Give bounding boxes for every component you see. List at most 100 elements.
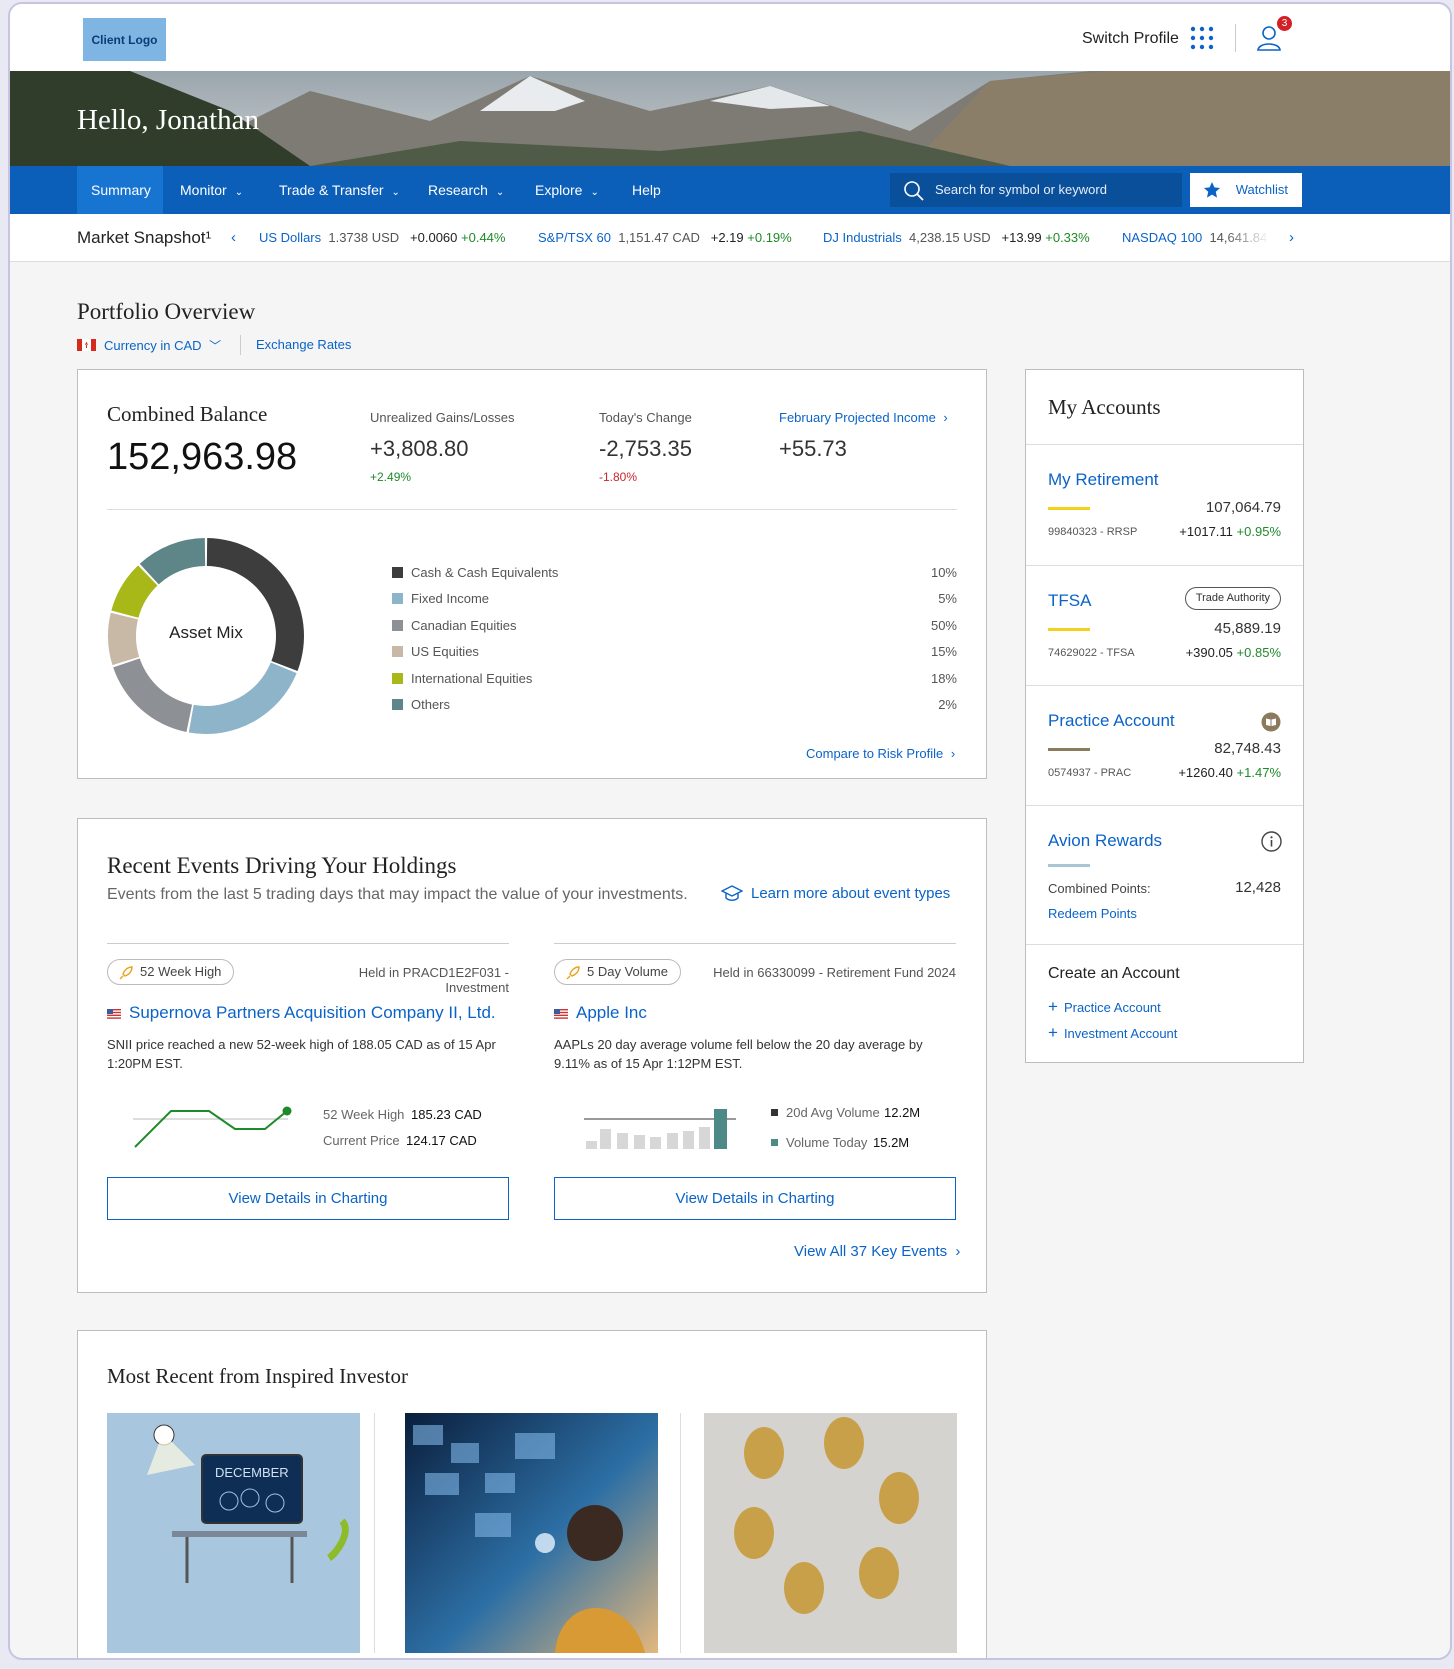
- graduation-cap-icon: [721, 885, 743, 901]
- account-change-value: +390.05: [1185, 645, 1233, 660]
- legend-swatch: [771, 1109, 778, 1116]
- snapshot-pct: +0.44%: [461, 230, 506, 245]
- rocket-icon: [119, 966, 133, 980]
- legend-item: Canadian Equities 50%: [392, 616, 957, 636]
- event-company-link[interactable]: Supernova Partners Acquisition Company I…: [129, 1003, 496, 1023]
- snapshot-name[interactable]: S&P/TSX 60: [538, 230, 611, 245]
- snapshot-value: 1.3738 USD: [328, 230, 400, 245]
- switch-profile-link[interactable]: Switch Profile: [1082, 30, 1179, 48]
- tab-explore[interactable]: Explore ⌄: [521, 166, 613, 214]
- account-name[interactable]: My Retirement: [1048, 470, 1159, 490]
- divider: [240, 335, 241, 355]
- event-tag-label: 52 Week High: [140, 964, 222, 979]
- event-description: SNII price reached a new 52-week high of…: [107, 1037, 496, 1071]
- tab-summary[interactable]: Summary: [77, 166, 163, 214]
- tab-label: Research: [428, 182, 488, 198]
- view-charting-button[interactable]: View Details in Charting: [107, 1177, 509, 1220]
- legend-label: Fixed Income: [411, 591, 490, 607]
- metric-value: 12.2M: [884, 1105, 921, 1120]
- balance-card: Combined Balance 152,963.98 Unrealized G…: [77, 369, 987, 779]
- snapshot-name[interactable]: DJ Industrials: [823, 230, 902, 245]
- create-practice-account-link[interactable]: + Practice Account: [1048, 997, 1161, 1017]
- event-held-in: Held in 66330099 - Retirement Fund 2024: [713, 965, 956, 980]
- snapshot-change: +13.99: [1001, 230, 1042, 245]
- legend-label: Canadian Equities: [411, 617, 517, 633]
- top-bar: Client Logo Switch Profile 3: [10, 4, 1450, 71]
- events-title: Recent Events Driving Your Holdings: [107, 853, 457, 878]
- snapshot-value: 1,151.47 CAD: [618, 230, 700, 245]
- account-card[interactable]: Practice Account 82,748.43 0574937 - PRA…: [1026, 685, 1303, 805]
- article-image[interactable]: [405, 1413, 658, 1653]
- account-name[interactable]: Practice Account: [1048, 711, 1175, 731]
- redeem-points-link[interactable]: Redeem Points: [1048, 906, 1137, 921]
- account-change: +390.05 +0.85%: [1186, 645, 1281, 660]
- plus-icon: +: [1048, 1023, 1058, 1042]
- info-icon[interactable]: [1261, 831, 1282, 852]
- learn-event-types-link[interactable]: Learn more about event types: [751, 885, 950, 902]
- article-image[interactable]: [704, 1413, 957, 1653]
- legend-label: US Equities: [411, 644, 479, 660]
- view-charting-button[interactable]: View Details in Charting: [554, 1177, 956, 1220]
- legend-swatch: [392, 672, 403, 684]
- legend-pct: 15%: [930, 644, 957, 660]
- star-icon: [1204, 182, 1220, 198]
- event-tag-pill: 52 Week High: [107, 959, 235, 985]
- view-all-events-link[interactable]: View All 37 Key Events ›: [794, 1243, 960, 1260]
- currency-dropdown[interactable]: Currency in CAD ﹀: [104, 337, 221, 354]
- technology-photo: [413, 1425, 645, 1653]
- snapshot-change: +0.0060: [410, 230, 458, 245]
- chevron-right-icon: ›: [950, 746, 956, 761]
- chevron-down-icon: ⌄: [234, 187, 244, 198]
- volume-bar-chart: [584, 1109, 736, 1149]
- snapshot-pct: +0.19%: [747, 230, 792, 245]
- event-description: AAPLs 20 day average volume fell below t…: [554, 1037, 923, 1071]
- article-image[interactable]: DECEMBER: [107, 1413, 360, 1653]
- chevron-left-icon[interactable]: ‹: [231, 214, 236, 262]
- legend-label: International Equities: [411, 670, 533, 686]
- desk-illustration: [107, 1413, 360, 1653]
- snapshot-name[interactable]: NASDAQ 100: [1122, 230, 1202, 245]
- practice-book-icon: [1261, 712, 1281, 732]
- exchange-rates-link[interactable]: Exchange Rates: [256, 337, 351, 352]
- create-investment-account-link[interactable]: + Investment Account: [1048, 1023, 1177, 1043]
- us-flag-icon: [107, 1009, 121, 1019]
- legend-pct: 50%: [930, 617, 957, 633]
- account-name[interactable]: TFSA: [1048, 591, 1091, 611]
- my-accounts-panel: My Accounts My Retirement 107,064.79 998…: [1025, 369, 1304, 1063]
- view-all-label: View All 37 Key Events: [794, 1243, 948, 1260]
- snapshot-name[interactable]: US Dollars: [259, 230, 321, 245]
- golden-eggs-photo: [734, 1417, 919, 1614]
- market-snapshot-bar: Market Snapshot¹ ‹ US Dollars 1.3738 USD…: [10, 214, 1450, 262]
- account-number: 99840323 - RRSP: [1048, 526, 1138, 538]
- notification-badge: 3: [1277, 16, 1292, 31]
- account-change-value: +1017.11: [1179, 524, 1233, 539]
- account-balance: 107,064.79: [1205, 499, 1281, 516]
- tab-label: Explore: [535, 182, 583, 198]
- account-change-value: +1260.40: [1178, 765, 1233, 780]
- metric-label: 20d Avg Volume: [786, 1105, 880, 1120]
- client-logo[interactable]: Client Logo: [83, 18, 166, 61]
- event-company-link[interactable]: Apple Inc: [576, 1003, 647, 1023]
- chevron-right-icon[interactable]: ›: [1289, 214, 1294, 262]
- app-window: Client Logo Switch Profile 3 Hello, Jona…: [8, 2, 1452, 1660]
- recent-events-card: Recent Events Driving Your Holdings Even…: [77, 818, 987, 1293]
- account-name[interactable]: Avion Rewards: [1048, 831, 1162, 851]
- tab-help[interactable]: Help: [618, 166, 675, 214]
- account-card[interactable]: TFSA Trade Authority 45,889.19 74629022 …: [1026, 565, 1303, 685]
- divider: [680, 1413, 681, 1653]
- search-input[interactable]: Search for symbol or keyword: [890, 173, 1182, 207]
- account-number: 74629022 - TFSA: [1048, 647, 1135, 659]
- snapshot-change: +2.19: [710, 230, 744, 245]
- snapshot-title: Market Snapshot¹: [77, 228, 212, 247]
- account-number: 0574937 - PRAC: [1048, 767, 1132, 779]
- tab-trade-transfer[interactable]: Trade & Transfer ⌄: [265, 166, 414, 214]
- tab-monitor[interactable]: Monitor ⌄: [166, 166, 257, 214]
- article-image-text: DECEMBER: [215, 1465, 289, 1480]
- compare-risk-profile-link[interactable]: Compare to Risk Profile ›: [806, 746, 955, 761]
- app-grid-icon[interactable]: [1190, 26, 1214, 50]
- tab-research[interactable]: Research ⌄: [414, 166, 518, 214]
- watchlist-button[interactable]: Watchlist: [1190, 173, 1302, 207]
- avion-rewards-card[interactable]: Avion Rewards Combined Points: 12,428 Re…: [1026, 805, 1303, 944]
- accounts-title: My Accounts: [1048, 395, 1161, 419]
- account-card[interactable]: My Retirement 107,064.79 99840323 - RRSP…: [1026, 444, 1303, 565]
